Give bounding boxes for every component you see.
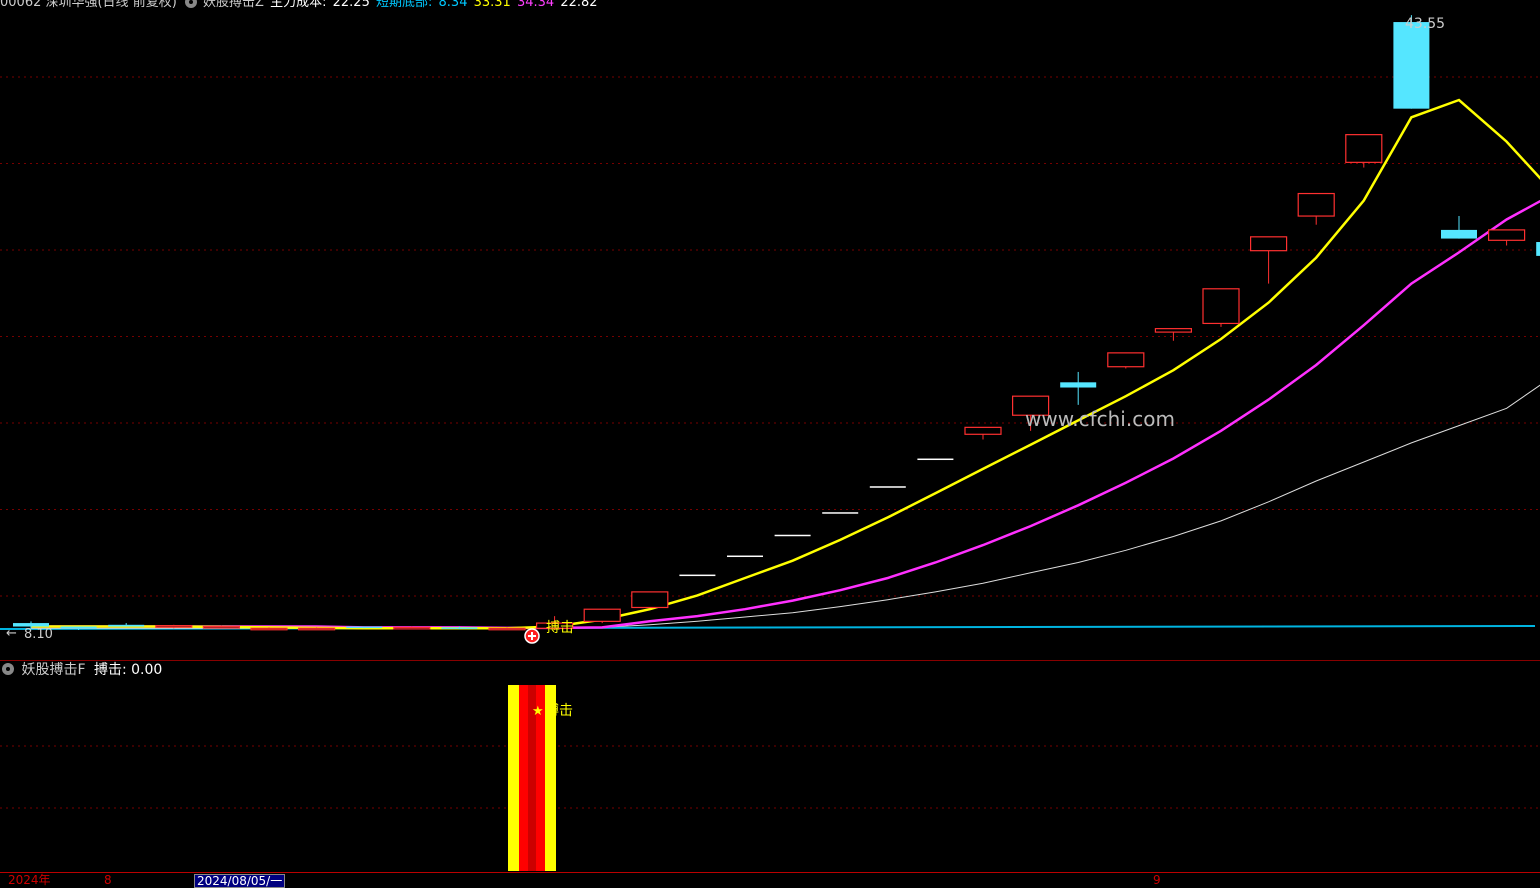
- candle-body[interactable]: [488, 627, 526, 631]
- candle-body[interactable]: [155, 625, 193, 628]
- candle-body[interactable]: [202, 625, 240, 629]
- short-ma-line[interactable]: [31, 98, 1540, 630]
- candle-body[interactable]: [1536, 242, 1540, 256]
- candle-body[interactable]: [1345, 134, 1383, 163]
- candle-body[interactable]: [917, 458, 954, 461]
- candle-body[interactable]: [1060, 382, 1097, 388]
- candle-body[interactable]: [298, 627, 336, 631]
- candle-body[interactable]: [1297, 192, 1335, 217]
- candle-body[interactable]: [964, 426, 1002, 435]
- watermark: www.cfchi.com: [1025, 407, 1175, 431]
- price-grid: [0, 76, 1540, 597]
- candle-body[interactable]: [679, 574, 716, 577]
- candle-body[interactable]: [822, 512, 859, 514]
- candle-body[interactable]: [774, 534, 811, 537]
- candle-body[interactable]: [583, 608, 621, 622]
- candle-body[interactable]: [1487, 229, 1526, 241]
- max-price-label: 43.55: [1405, 16, 1445, 32]
- candle-body[interactable]: [1154, 328, 1193, 333]
- candle-body[interactable]: [393, 626, 431, 630]
- long-ma-line[interactable]: [31, 375, 1540, 629]
- candle-body[interactable]: [60, 626, 97, 629]
- signal-label: 搏击: [546, 619, 574, 636]
- min-price-arrow: ←: [6, 626, 17, 641]
- candle-body[interactable]: [1107, 352, 1145, 368]
- candle-body[interactable]: [631, 591, 669, 609]
- candle-body[interactable]: [250, 627, 288, 631]
- candle-body[interactable]: [108, 624, 145, 627]
- candle-body[interactable]: [346, 626, 383, 629]
- axis-month-label: 8: [104, 873, 112, 887]
- sub-indicator-chart[interactable]: ★ 搏击: [0, 661, 1540, 872]
- price-annotations: www.cfchi.com 43.55 ← 8.10 搏击: [6, 16, 1445, 644]
- candle-body[interactable]: [727, 555, 763, 558]
- candle-body[interactable]: [1249, 236, 1288, 252]
- price-chart[interactable]: www.cfchi.com 43.55 ← 8.10 搏击: [0, 0, 1540, 660]
- time-axis[interactable]: 2024年 8 2024/08/05/一 9: [0, 872, 1540, 888]
- candlesticks: [13, 15, 1540, 631]
- axis-current-date: 2024/08/05/一: [194, 874, 286, 888]
- axis-month-label: 9: [1153, 873, 1161, 887]
- candle-body[interactable]: [869, 486, 906, 488]
- sub-signal-star-icon: ★: [532, 704, 544, 719]
- moving-average-lines: [0, 98, 1540, 630]
- candle-body[interactable]: [1393, 22, 1430, 109]
- candle-body[interactable]: [1202, 288, 1240, 325]
- axis-year-label: 2024年: [8, 873, 51, 887]
- min-price-label: 8.10: [24, 627, 53, 642]
- candle-body[interactable]: [1441, 229, 1477, 239]
- sub-signal-label: 搏击: [545, 702, 573, 719]
- candle-body[interactable]: [441, 627, 478, 629]
